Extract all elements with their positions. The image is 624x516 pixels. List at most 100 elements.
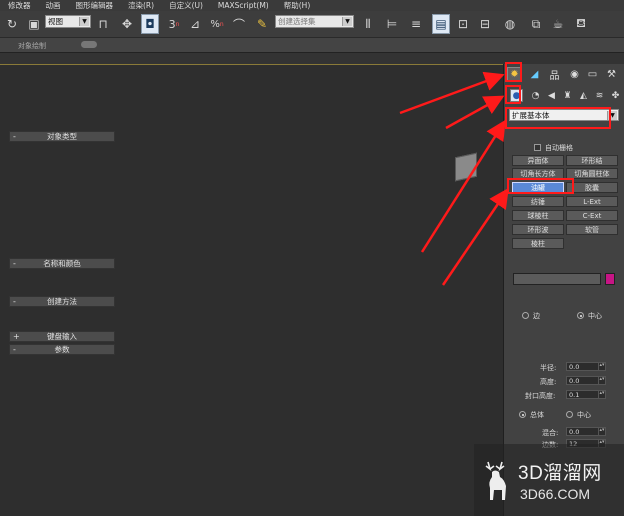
- collapse-icon: -: [13, 259, 16, 268]
- c-ext-button[interactable]: C-Ext: [566, 210, 618, 221]
- centers-radio[interactable]: [566, 411, 573, 418]
- edge-radio[interactable]: [522, 312, 529, 319]
- schematic-view-icon[interactable]: ⊟: [477, 14, 493, 34]
- expand-icon: +: [13, 332, 20, 341]
- ribbon-toggle[interactable]: [81, 41, 97, 48]
- motion-tab-icon[interactable]: ◉: [567, 67, 582, 82]
- snap-toggle-icon[interactable]: 3n: [165, 14, 183, 34]
- menu-animation[interactable]: 动画: [38, 0, 68, 11]
- edit-named-selection-icon[interactable]: ✎: [254, 14, 270, 34]
- cap-height-value: 0.1: [569, 391, 580, 399]
- render-icon[interactable]: ⛾: [572, 14, 590, 34]
- blend-value: 0.0: [569, 428, 580, 436]
- collapse-icon: -: [13, 345, 16, 354]
- chevron-down-icon: ▼: [342, 17, 352, 26]
- center-radio[interactable]: [577, 312, 584, 319]
- curve-editor-icon[interactable]: ⊡: [455, 14, 471, 34]
- parameters-title: 参数: [54, 345, 70, 354]
- create-tab-highlight: [505, 62, 522, 82]
- helpers-subtab-icon[interactable]: ◭: [577, 89, 590, 102]
- select-manipulate-icon[interactable]: ◘: [141, 14, 159, 34]
- angle-snap-icon[interactable]: ⊿: [186, 14, 204, 34]
- chevron-down-icon: ▼: [79, 17, 89, 26]
- overall-radio[interactable]: [519, 411, 526, 418]
- spinner-arrows-icon[interactable]: ▴▾: [598, 428, 605, 435]
- modify-tab-icon[interactable]: ◢: [527, 67, 542, 82]
- pivot-icon[interactable]: ⊓: [95, 14, 111, 34]
- menu-maxscript[interactable]: MAXScript(M): [210, 1, 276, 10]
- height-value: 0.0: [569, 377, 580, 385]
- scene-explorer-icon[interactable]: ▤: [432, 14, 450, 34]
- keyboard-entry-title: 键盘输入: [47, 332, 77, 341]
- center-radio-label: 中心: [588, 312, 602, 320]
- object-type-title: 对象类型: [47, 132, 77, 141]
- gengon-button[interactable]: 球棱柱: [512, 210, 564, 221]
- height-spinner[interactable]: 0.0 ▴▾: [566, 376, 606, 385]
- layer-manager-icon[interactable]: ≡: [408, 14, 424, 34]
- category-dropdown-highlight: [505, 107, 611, 129]
- parameters-rollout-header[interactable]: - 参数: [9, 344, 115, 355]
- percent-snap-icon[interactable]: % n: [208, 14, 226, 34]
- l-ext-button[interactable]: L-Ext: [566, 196, 618, 207]
- hedra-button[interactable]: 异面体: [512, 155, 564, 166]
- geometry-subtab-highlight: [505, 85, 521, 104]
- ringwave-button[interactable]: 环形波: [512, 224, 564, 235]
- menu-bar: 修改器 动画 图形编辑器 渲染(R) 自定义(U) MAXScript(M) 帮…: [0, 0, 624, 11]
- keyboard-entry-rollout-header[interactable]: + 键盘输入: [9, 331, 115, 342]
- viewcube-icon[interactable]: [455, 152, 477, 182]
- ribbon-gap: [0, 53, 624, 64]
- view-dropdown-value: 视图: [48, 17, 63, 26]
- lights-subtab-icon[interactable]: ◀: [545, 89, 558, 102]
- named-selection-dropdown[interactable]: 创建选择集 ▼: [275, 15, 354, 28]
- prism-button[interactable]: 棱柱: [512, 238, 564, 249]
- select-region-icon[interactable]: ▣: [26, 14, 42, 34]
- material-editor-icon[interactable]: ◍: [501, 14, 519, 34]
- hierarchy-tab-icon[interactable]: 品: [547, 67, 562, 82]
- display-tab-icon[interactable]: ▭: [585, 67, 600, 82]
- render-setup-icon[interactable]: ⧉: [527, 14, 545, 34]
- centers-radio-label: 中心: [577, 411, 591, 419]
- collapse-icon: -: [13, 132, 16, 141]
- move-icon[interactable]: ✥: [118, 14, 136, 34]
- menu-customize[interactable]: 自定义(U): [161, 0, 210, 11]
- spinner-arrows-icon[interactable]: ▴▾: [598, 377, 605, 384]
- menu-graph-editors[interactable]: 图形编辑器: [68, 0, 121, 11]
- height-label: 高度:: [540, 378, 557, 386]
- spinner-arrows-icon[interactable]: ▴▾: [598, 363, 605, 370]
- name-color-rollout-header[interactable]: - 名称和颜色: [9, 258, 115, 269]
- spacewarps-subtab-icon[interactable]: ≋: [593, 89, 606, 102]
- collapse-icon: -: [13, 297, 16, 306]
- align-icon[interactable]: ⊨: [384, 14, 400, 34]
- spindle-button[interactable]: 纺锤: [512, 196, 564, 207]
- redo-icon[interactable]: ↻: [4, 14, 20, 34]
- overall-radio-label: 总体: [530, 411, 544, 419]
- cameras-subtab-icon[interactable]: ♜: [561, 89, 574, 102]
- object-type-rollout-header[interactable]: - 对象类型: [9, 131, 115, 142]
- blend-label: 混合:: [542, 429, 559, 437]
- torus-knot-button[interactable]: 环形结: [566, 155, 618, 166]
- menu-help[interactable]: 帮助(H): [276, 0, 318, 11]
- shapes-subtab-icon[interactable]: ◔: [529, 89, 542, 102]
- watermark: 3D溜溜网 3D66.COM: [474, 444, 624, 516]
- render-frame-icon[interactable]: ☕: [549, 14, 567, 34]
- cap-height-spinner[interactable]: 0.1 ▴▾: [566, 390, 606, 399]
- percent-snap-label: %: [210, 18, 220, 30]
- spinner-arrows-icon[interactable]: ▴▾: [598, 391, 605, 398]
- watermark-url: 3D66.COM: [520, 486, 591, 502]
- menu-rendering[interactable]: 渲染(R): [120, 0, 161, 11]
- systems-subtab-icon[interactable]: ✤: [609, 89, 622, 102]
- hose-button[interactable]: 软管: [566, 224, 618, 235]
- reference-coordinate-dropdown[interactable]: 视图 ▼: [45, 15, 91, 28]
- edge-radio-label: 边: [533, 312, 540, 320]
- deer-logo-icon: [485, 461, 506, 500]
- autogrid-checkbox[interactable]: [534, 144, 541, 151]
- mirror-icon[interactable]: ⫴: [360, 14, 376, 34]
- utilities-tab-icon[interactable]: ⚒: [604, 67, 619, 82]
- menu-modifiers[interactable]: 修改器: [0, 0, 38, 11]
- radius-spinner[interactable]: 0.0 ▴▾: [566, 362, 606, 371]
- blend-spinner[interactable]: 0.0 ▴▾: [566, 427, 606, 436]
- creation-method-rollout-header[interactable]: - 创建方法: [9, 296, 115, 307]
- object-name-input[interactable]: [513, 273, 601, 285]
- spinner-snap-icon[interactable]: ⌒: [230, 14, 248, 34]
- object-color-swatch[interactable]: [605, 273, 615, 285]
